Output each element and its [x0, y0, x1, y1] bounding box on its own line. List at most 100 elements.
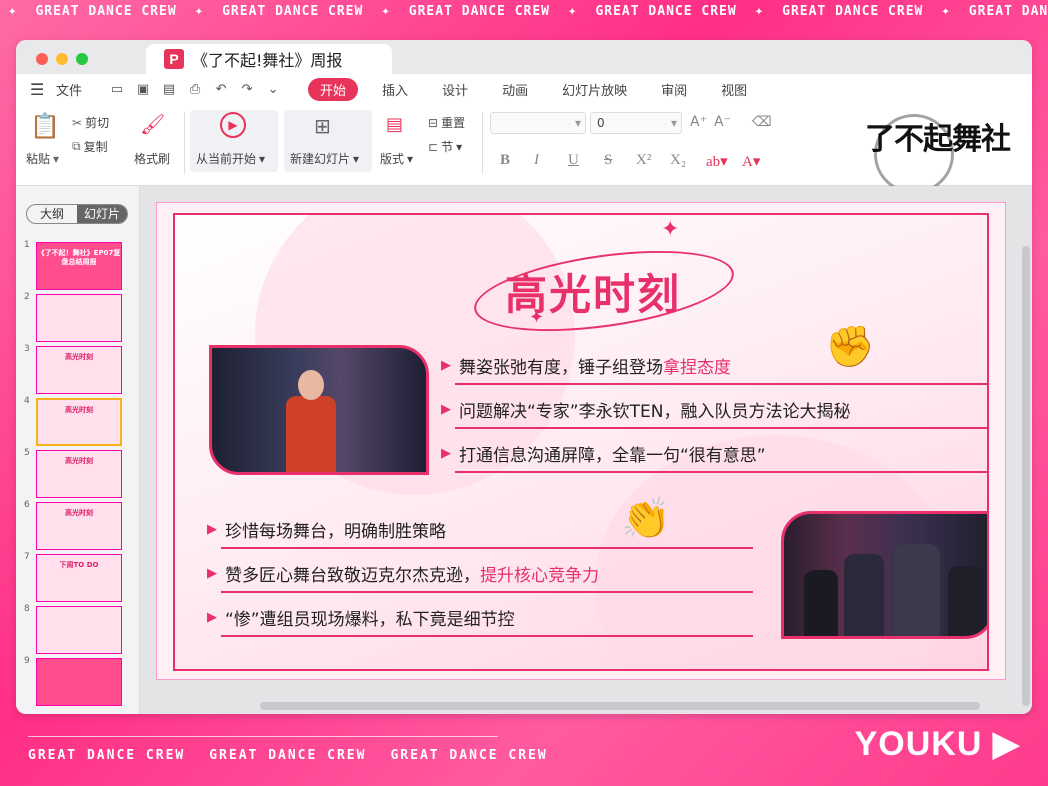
thumbnail-title: 高光时刻 [65, 509, 93, 517]
slide-thumbnail[interactable]: 高光时刻 [36, 502, 122, 550]
open-folder-icon[interactable]: ▭ [104, 82, 130, 97]
bullet-highlight: 拿捏态度 [663, 358, 731, 378]
menu-icon[interactable]: ☰ [30, 80, 48, 99]
layout-button[interactable]: 版式 ▾ [380, 150, 413, 167]
tab-home[interactable]: 开始 [308, 77, 359, 101]
maximize-window-button[interactable] [76, 53, 88, 65]
copy-label: 复制 [83, 140, 108, 154]
decrease-font-icon[interactable]: A⁻ [714, 114, 731, 130]
horizontal-scrollbar[interactable] [260, 702, 980, 710]
brush-icon[interactable]: 🖌 [140, 112, 165, 136]
document-tab[interactable]: P 《了不起!舞社》周报 [146, 44, 392, 74]
bold-icon[interactable]: B [500, 152, 510, 169]
slide[interactable]: ✦ ✦ 高光时刻 ✊ ▶ 舞姿张弛有度，锤子组登场 拿捏态度 ▶ 问题解决“专家”李永钦… [156, 202, 1006, 680]
youku-logo: YOUKU ▶ [854, 725, 1020, 763]
eraser-icon[interactable]: ⌫ [752, 114, 772, 130]
thumbnail-number: 9 [24, 656, 30, 666]
paste-label: 粘贴 [26, 152, 51, 166]
minimize-window-button[interactable] [56, 53, 68, 65]
divider [482, 112, 483, 174]
slide-thumbnail[interactable]: 高光时刻 [36, 450, 122, 498]
undo-icon[interactable]: ↶ [208, 82, 234, 97]
reset-icon: ⊟ [428, 115, 439, 130]
print-icon[interactable]: ⎙ [182, 82, 208, 97]
font-color-icon[interactable]: A▾ [742, 152, 760, 171]
tab-animation[interactable]: 动画 [502, 80, 528, 99]
clap-icon: 👏 [621, 496, 671, 542]
thumbnail-title: 《了不起！舞社》EP07复盘总结周报 [37, 249, 121, 266]
strikethrough-icon[interactable]: S [604, 152, 612, 169]
chevron-down-icon: ▾ [353, 151, 360, 166]
reset-button[interactable]: ⊟ 重置 [428, 114, 465, 131]
bullet-text: 赞多匠心舞台致敬迈克尔杰克逊， [225, 566, 480, 586]
tab-review[interactable]: 审阅 [661, 80, 687, 99]
tab-design[interactable]: 设计 [442, 80, 468, 99]
save-icon[interactable]: ▣ [130, 82, 156, 97]
sparkle-icon: ✦ [941, 3, 951, 19]
performer-figure [948, 566, 984, 636]
banner-text: GREAT DANCE CREW [209, 748, 367, 763]
tab-slideshow[interactable]: 幻灯片放映 [562, 80, 627, 99]
italic-icon[interactable]: I [534, 152, 539, 169]
redo-icon[interactable]: ↷ [234, 82, 260, 97]
bullet-arrow-icon: ▶ [207, 610, 217, 625]
chevron-down-icon: ▾ [574, 116, 581, 130]
tab-slides[interactable]: 幻灯片 [77, 205, 127, 223]
paste-icon[interactable]: 📋 [30, 112, 60, 140]
tab-view[interactable]: 视图 [721, 80, 747, 99]
copy-button[interactable]: ⧉ 复制 [72, 138, 108, 155]
layout-label: 版式 [380, 152, 405, 166]
tab-outline[interactable]: 大纲 [27, 205, 77, 223]
bullet-text: 打通信息沟通屏障，全靠一句“很有意思” [459, 446, 766, 466]
superscript-icon[interactable]: X² [636, 152, 651, 169]
subscript-icon[interactable]: X₂ [670, 152, 686, 169]
sparkle-icon: ✦ [8, 3, 18, 19]
banner-text: GREAT DANCE CREW [28, 748, 186, 763]
thumbnail-number: 6 [24, 500, 30, 510]
banner-text: GREAT DANCE CREW [408, 3, 551, 19]
banner-text: GREAT DANCE CREW [390, 748, 548, 763]
banner-line [28, 736, 498, 737]
section-label: 节 [441, 140, 454, 154]
slide-thumbnail[interactable] [36, 658, 122, 706]
reset-label: 重置 [441, 116, 466, 130]
slide-thumbnail[interactable]: 《了不起！舞社》EP07复盘总结周报 [36, 242, 122, 290]
sparkle-icon: ✦ [568, 3, 578, 19]
section-button[interactable]: ⊏ 节 ▾ [428, 138, 462, 155]
top-banner: ✦ GREAT DANCE CREW ✦ GREAT DANCE CREW ✦ GRE… [0, 0, 1048, 22]
banner-text: GREAT DANCE CREW [35, 3, 177, 19]
bullet-arrow-icon: ▶ [441, 446, 451, 461]
vertical-scrollbar[interactable] [1022, 246, 1030, 706]
layout-icon: ▤ [386, 114, 404, 135]
increase-font-icon[interactable]: A⁺ [690, 114, 707, 130]
paste-button[interactable]: 粘贴 ▾ [26, 150, 59, 167]
font-size-select[interactable]: 0 ▾ [590, 112, 682, 134]
copy-icon: ⧉ [72, 139, 81, 153]
slide-thumbnail[interactable]: 高光时刻 [36, 346, 122, 394]
chevron-down-icon: ▾ [670, 116, 677, 130]
export-pdf-icon[interactable]: ▤ [156, 82, 182, 97]
thumbnail-title: 高光时刻 [65, 457, 93, 465]
document-title: 《了不起!舞社》周报 [192, 51, 343, 70]
thumbnail-number: 4 [24, 396, 30, 406]
performer-figure [844, 554, 884, 636]
chevron-down-icon: ▾ [407, 151, 414, 166]
file-menu[interactable]: 文件 [56, 80, 82, 99]
tab-insert[interactable]: 插入 [382, 80, 408, 99]
format-painter-button[interactable]: 格式刷 [134, 150, 170, 167]
performer-figure [894, 544, 940, 636]
underline-icon[interactable]: U [568, 152, 579, 169]
slide-thumbnail[interactable] [36, 606, 122, 654]
performer-figure [286, 396, 336, 472]
play-icon: ▶ [220, 112, 246, 138]
slide-thumbnail[interactable]: 高光时刻 [36, 398, 122, 446]
highlight-color-icon[interactable]: ab▾ [706, 152, 728, 171]
slide-thumbnail[interactable] [36, 294, 122, 342]
dropdown-icon[interactable]: ⌄ [260, 82, 286, 97]
close-window-button[interactable] [36, 53, 48, 65]
font-family-select[interactable]: ▾ [490, 112, 586, 134]
cut-button[interactable]: ✂ 剪切 [72, 114, 109, 131]
view-tabs: 大纲 幻灯片 [26, 204, 128, 224]
sparkle-icon: ✦ [754, 3, 765, 19]
slide-thumbnail[interactable]: 下周TO DO [36, 554, 122, 602]
